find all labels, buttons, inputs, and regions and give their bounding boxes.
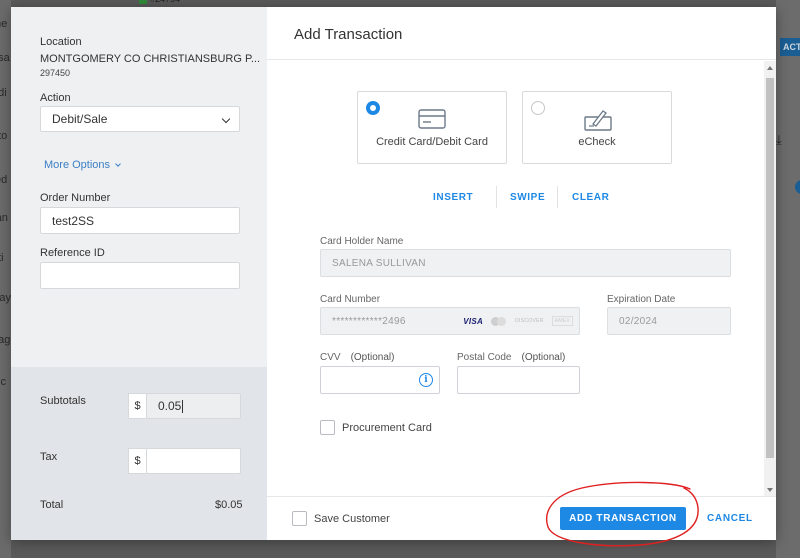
insert-button[interactable]: INSERT (433, 192, 473, 203)
totals-section: Subtotals $ 0.05 Tax $ Total $0.05 (11, 367, 267, 540)
scroll-down-icon[interactable] (767, 488, 773, 492)
payment-option-label: eCheck (578, 136, 616, 148)
divider (557, 186, 558, 208)
subtotals-label: Subtotals (40, 395, 86, 407)
cvv-input[interactable]: i (320, 366, 440, 394)
cvv-label: CVV (Optional) (320, 352, 394, 363)
bg-nav-fragment: ati (0, 252, 4, 264)
expiration-label: Expiration Date (607, 294, 676, 305)
save-customer-checkbox[interactable] (292, 511, 307, 526)
add-transaction-button[interactable]: ADD TRANSACTION (560, 507, 686, 530)
check-signature-icon (584, 110, 612, 131)
bg-order-number: #24794 (150, 0, 180, 4)
bg-action-button: ACTI (780, 38, 800, 56)
postal-code-input[interactable] (457, 366, 580, 394)
currency-prefix: $ (128, 393, 146, 419)
transaction-summary-panel: Location MONTGOMERY CO CHRISTIANSBURG P.… (11, 7, 267, 540)
tax-input[interactable] (146, 448, 241, 474)
location-label: Location (40, 36, 82, 48)
location-name: MONTGOMERY CO CHRISTIANSBURG P... (40, 53, 261, 65)
total-value: $0.05 (215, 499, 243, 511)
bg-nav-fragment: elc (0, 376, 7, 388)
payment-option-card[interactable]: Credit Card/Debit Card (357, 91, 507, 164)
bg-nav-fragment: nag (0, 334, 11, 346)
credit-card-icon (418, 109, 446, 129)
scrollbar[interactable] (764, 61, 776, 496)
modal-footer: Save Customer ADD TRANSACTION CANCEL (267, 496, 776, 540)
divider (496, 186, 497, 208)
order-number-input[interactable]: test2SS (40, 207, 240, 234)
add-transaction-modal: Location MONTGOMERY CO CHRISTIANSBURG P.… (11, 7, 776, 540)
bg-status-badge (139, 0, 147, 4)
procurement-card-label: Procurement Card (342, 422, 432, 434)
expiration-value: 02/2024 (619, 315, 658, 327)
scrollbar-thumb[interactable] (766, 78, 774, 458)
cancel-button[interactable]: CANCEL (707, 513, 753, 524)
bg-nav-fragment: me (0, 18, 8, 30)
card-number-label: Card Number (320, 294, 381, 305)
action-label: Action (40, 92, 71, 104)
chevron-down-icon (221, 114, 231, 124)
save-customer-label: Save Customer (314, 513, 390, 525)
tax-label: Tax (40, 451, 58, 463)
payment-option-label: Credit Card/Debit Card (376, 136, 488, 148)
bg-nav-fragment: nsa (0, 52, 10, 64)
currency-prefix: $ (128, 448, 146, 474)
payment-form: Credit Card/Debit Card eCheck INSERT SWI… (267, 61, 776, 496)
card-number-field: ************2496 VISA DISCOVER AMEX (320, 307, 580, 335)
card-brand-logos: VISA DISCOVER AMEX (463, 316, 573, 326)
amex-logo: AMEX (551, 316, 573, 326)
radio-unselected-icon (531, 101, 545, 115)
expiration-field: 02/2024 (607, 307, 731, 335)
discover-logo: DISCOVER (515, 318, 544, 324)
text-cursor (182, 399, 184, 413)
modal-title: Add Transaction (294, 26, 403, 43)
radio-selected-icon (366, 101, 380, 115)
subtotal-value: 0.05 (158, 399, 182, 413)
bg-nav-fragment: ndi (0, 87, 7, 99)
cvv-label-text: CVV (320, 352, 341, 363)
location-id: 297450 (40, 68, 71, 78)
mastercard-logo-icon (491, 316, 507, 326)
order-number-label: Order Number (40, 192, 111, 204)
background-nav-strip: me nsa ndi ato ted ran ati Pay nag elc (0, 0, 11, 558)
reference-id-label: Reference ID (40, 247, 105, 259)
bg-nav-fragment: ran (0, 212, 8, 224)
card-holder-value: SALENA SULLIVAN (332, 257, 426, 269)
total-label: Total (40, 499, 64, 511)
bg-nav-fragment: ato (0, 130, 8, 142)
swipe-button[interactable]: SWIPE (510, 192, 545, 203)
postal-label-text: Postal Code (457, 352, 512, 363)
subtotal-input[interactable]: 0.05 (146, 393, 241, 419)
card-number-value: ************2496 (332, 315, 406, 327)
chevron-down-icon (115, 161, 121, 167)
info-icon[interactable]: i (419, 373, 433, 387)
payment-option-echeck[interactable]: eCheck (522, 91, 672, 164)
visa-logo: VISA (463, 316, 484, 326)
scroll-up-icon[interactable] (767, 66, 773, 70)
cvv-optional: (Optional) (350, 352, 395, 363)
more-options-label: More Options (44, 159, 111, 171)
more-options-toggle[interactable]: More Options (44, 159, 121, 171)
bg-nav-fragment: Pay (0, 292, 11, 304)
action-select[interactable]: Debit/Sale (40, 106, 240, 132)
download-icon: ⤓ (776, 132, 782, 147)
postal-optional: (Optional) (521, 352, 566, 363)
bg-nav-fragment: ted (0, 174, 8, 186)
card-holder-label: Card Holder Name (320, 236, 404, 247)
procurement-card-checkbox[interactable] (320, 420, 335, 435)
background-right-strip: ACTI ⤓ (776, 0, 800, 558)
card-holder-field: SALENA SULLIVAN (320, 249, 731, 277)
action-select-value: Debit/Sale (52, 112, 108, 126)
bg-indicator-dot (795, 180, 800, 194)
modal-header: Add Transaction (267, 7, 776, 60)
reference-id-input[interactable] (40, 262, 240, 289)
order-number-value: test2SS (52, 213, 95, 228)
clear-button[interactable]: CLEAR (572, 192, 609, 203)
postal-code-label: Postal Code (Optional) (457, 352, 565, 363)
